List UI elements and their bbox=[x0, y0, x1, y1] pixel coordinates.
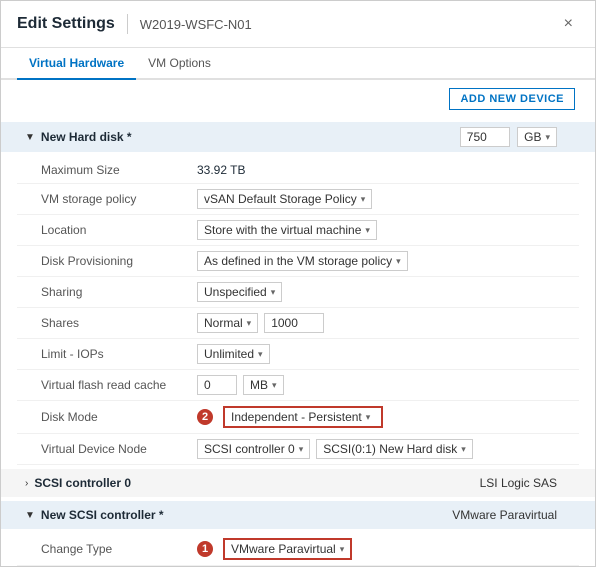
disk-provisioning-select[interactable]: As defined in the VM storage policy ▾ bbox=[197, 251, 408, 271]
disk-provisioning-row: Disk Provisioning As defined in the VM s… bbox=[17, 246, 579, 277]
scsi-controller-0-section-header[interactable]: › SCSI controller 0 LSI Logic SAS bbox=[1, 469, 595, 497]
vm-storage-policy-label: VM storage policy bbox=[17, 192, 197, 206]
limit-iops-select[interactable]: Unlimited ▾ bbox=[197, 344, 270, 364]
sharing-row: Sharing Unspecified ▾ bbox=[17, 277, 579, 308]
shares-row: Shares Normal ▾ bbox=[17, 308, 579, 339]
disk-mode-select[interactable]: Independent - Persistent ▾ bbox=[223, 406, 383, 428]
vflash-unit-select[interactable]: MB ▾ bbox=[243, 375, 284, 395]
disk-mode-value: 2 Independent - Persistent ▾ bbox=[197, 406, 579, 428]
tab-vm-options[interactable]: VM Options bbox=[136, 48, 223, 80]
settings-content: ▼ New Hard disk * GB ▾ Maximum Size 33.9… bbox=[1, 118, 595, 566]
tab-virtual-hardware[interactable]: Virtual Hardware bbox=[17, 48, 136, 80]
vm-storage-policy-value: vSAN Default Storage Policy ▾ bbox=[197, 189, 579, 209]
shares-select[interactable]: Normal ▾ bbox=[197, 313, 258, 333]
scsi-controller-0-title: SCSI controller 0 bbox=[34, 476, 479, 490]
hard-disk-unit-select[interactable]: GB ▾ bbox=[517, 127, 557, 147]
sharing-label: Sharing bbox=[17, 285, 197, 299]
disk-mode-label: Disk Mode bbox=[17, 410, 197, 424]
header-divider bbox=[127, 14, 128, 34]
shares-value: Normal ▾ bbox=[197, 313, 579, 333]
vm-storage-policy-select[interactable]: vSAN Default Storage Policy ▾ bbox=[197, 189, 372, 209]
virtual-device-node-row: Virtual Device Node SCSI controller 0 ▾ … bbox=[17, 434, 579, 465]
new-scsi-toggle-icon: ▼ bbox=[25, 510, 35, 521]
new-scsi-value: VMware Paravirtual bbox=[452, 508, 557, 522]
limit-iops-value: Unlimited ▾ bbox=[197, 344, 579, 364]
new-scsi-title: New SCSI controller * bbox=[41, 508, 452, 522]
new-hard-disk-section-header[interactable]: ▼ New Hard disk * GB ▾ bbox=[1, 122, 595, 152]
hard-disk-size-input[interactable] bbox=[460, 127, 510, 147]
max-size-value: 33.92 TB bbox=[197, 163, 579, 177]
edit-settings-modal: Edit Settings W2019-WSFC-N01 × Virtual H… bbox=[0, 0, 596, 567]
max-size-label: Maximum Size bbox=[17, 163, 197, 177]
change-type-select[interactable]: VMware Paravirtual ▾ bbox=[223, 538, 352, 560]
max-size-row: Maximum Size 33.92 TB bbox=[17, 156, 579, 184]
shares-label: Shares bbox=[17, 316, 197, 330]
tab-bar: Virtual Hardware VM Options bbox=[1, 48, 595, 80]
modal-title: Edit Settings bbox=[17, 15, 115, 33]
virtual-device-node-label: Virtual Device Node bbox=[17, 442, 197, 456]
shares-input[interactable] bbox=[264, 313, 324, 333]
vdev-controller-select[interactable]: SCSI controller 0 ▾ bbox=[197, 439, 310, 459]
scsi-toggle-icon: › bbox=[25, 478, 28, 489]
sharing-select[interactable]: Unspecified ▾ bbox=[197, 282, 282, 302]
disk-provisioning-value: As defined in the VM storage policy ▾ bbox=[197, 251, 579, 271]
change-type-badge: 1 bbox=[197, 541, 213, 557]
modal-header: Edit Settings W2019-WSFC-N01 × bbox=[1, 1, 595, 48]
location-select[interactable]: Store with the virtual machine ▾ bbox=[197, 220, 377, 240]
new-hard-disk-value: GB ▾ bbox=[460, 127, 557, 147]
change-type-label: Change Type bbox=[17, 542, 197, 556]
new-scsi-section-header[interactable]: ▼ New SCSI controller * VMware Paravirtu… bbox=[1, 501, 595, 529]
location-value: Store with the virtual machine ▾ bbox=[197, 220, 579, 240]
toolbar: ADD NEW DEVICE bbox=[1, 80, 595, 118]
limit-iops-label: Limit - IOPs bbox=[17, 347, 197, 361]
vflash-row: Virtual flash read cache MB ▾ bbox=[17, 370, 579, 401]
vflash-label: Virtual flash read cache bbox=[17, 378, 197, 392]
disk-mode-badge: 2 bbox=[197, 409, 213, 425]
section-toggle-icon: ▼ bbox=[25, 132, 35, 143]
vflash-value: MB ▾ bbox=[197, 375, 579, 395]
location-row: Location Store with the virtual machine … bbox=[17, 215, 579, 246]
vm-storage-policy-row: VM storage policy vSAN Default Storage P… bbox=[17, 184, 579, 215]
sharing-value: Unspecified ▾ bbox=[197, 282, 579, 302]
disk-mode-row: Disk Mode 2 Independent - Persistent ▾ bbox=[17, 401, 579, 434]
virtual-device-node-value: SCSI controller 0 ▾ SCSI(0:1) New Hard d… bbox=[197, 439, 579, 459]
change-type-row: Change Type 1 VMware Paravirtual ▾ bbox=[17, 533, 579, 566]
vflash-input[interactable] bbox=[197, 375, 237, 395]
vdev-disk-select[interactable]: SCSI(0:1) New Hard disk ▾ bbox=[316, 439, 473, 459]
new-hard-disk-title: New Hard disk * bbox=[41, 130, 460, 144]
close-button[interactable]: × bbox=[558, 13, 579, 35]
limit-iops-row: Limit - IOPs Unlimited ▾ bbox=[17, 339, 579, 370]
modal-subtitle: W2019-WSFC-N01 bbox=[140, 17, 252, 32]
location-label: Location bbox=[17, 223, 197, 237]
change-type-value: 1 VMware Paravirtual ▾ bbox=[197, 538, 579, 560]
add-new-device-button[interactable]: ADD NEW DEVICE bbox=[449, 88, 575, 110]
scsi-controller-0-value: LSI Logic SAS bbox=[480, 476, 557, 490]
disk-provisioning-label: Disk Provisioning bbox=[17, 254, 197, 268]
